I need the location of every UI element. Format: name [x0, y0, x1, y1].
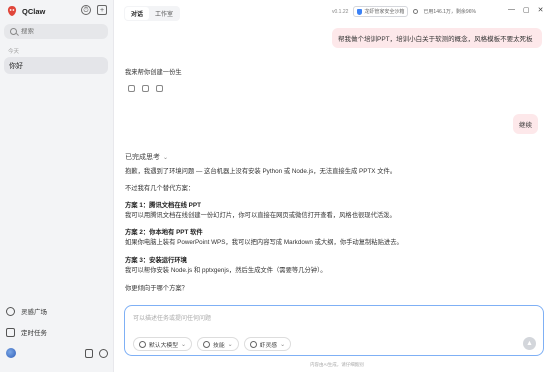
clock-icon — [6, 327, 15, 337]
chip-label: 默认大模型 — [149, 342, 178, 349]
search-box[interactable] — [4, 24, 108, 39]
section-today-label: 今天 — [8, 49, 20, 55]
qclaw-logo-icon — [7, 6, 17, 16]
option-text: 我可以用腾讯文档在线创建一份幻灯片，你可以直接在网页或微信打开查看，风格也很现代… — [125, 212, 396, 219]
mode-tabs: 对话 工作室 — [124, 6, 181, 21]
cube-icon — [139, 340, 146, 348]
ai-paragraph: 抱歉，我遇到了环境问题 — 这台机器上没有安装 Python 或 Node.js… — [125, 168, 397, 175]
feedback-bar — [128, 85, 163, 92]
ai-message: 我来帮你创建一份生 — [125, 69, 182, 76]
tab-studio[interactable]: 工作室 — [149, 7, 179, 20]
composer: 默认大模型 ⌄ 技能 ⌄ 虾灵感 ⌄ ▲ — [124, 305, 544, 356]
quota-label: 已用146.1万，剩余96% — [423, 9, 476, 15]
ai-question: 你更倾向于哪个方案？ — [125, 285, 188, 292]
ai-paragraph: 不过我有几个替代方案： — [125, 185, 195, 192]
bulb-icon — [6, 306, 15, 316]
send-button[interactable]: ▲ — [523, 337, 536, 350]
minimize-button[interactable]: — — [508, 6, 515, 14]
security-badge[interactable]: 龙虾管家安全沙箱 — [353, 6, 409, 17]
sidebar-item-inspiration[interactable]: 灵感广场 — [6, 306, 47, 316]
copy-icon[interactable] — [156, 85, 163, 92]
user-message: 继续 — [513, 114, 538, 134]
thumbs-down-icon[interactable] — [142, 85, 149, 92]
sidebar-bottom — [6, 348, 108, 358]
tab-chat[interactable]: 对话 — [125, 7, 150, 20]
thinking-label: 已完成思考 — [125, 154, 160, 161]
conversation-item[interactable]: 你好 — [4, 57, 108, 74]
brand: QClaw — [6, 5, 45, 17]
sidebar-item-label: 定时任务 — [21, 330, 47, 337]
window-controls: — ▢ ✕ — [508, 6, 544, 14]
chip-label: 技能 — [213, 342, 225, 349]
security-badge-label: 龙虾管家安全沙箱 — [364, 9, 405, 15]
model-select[interactable]: 默认大模型 ⌄ — [133, 337, 193, 351]
search-input[interactable] — [21, 28, 101, 35]
avatar[interactable] — [6, 348, 16, 358]
shield-icon — [357, 8, 363, 15]
option-text: 如果你电脑上装有 PowerPoint WPS，我可以把内容写成 Markdow… — [125, 239, 403, 246]
status-bar: v0.1.22 龙虾管家安全沙箱 已用146.1万，剩余96% — [332, 6, 476, 17]
app-name: QClaw — [22, 6, 46, 16]
sidebar-item-label: 灵感广场 — [21, 309, 47, 316]
skills-select[interactable]: 技能 ⌄ — [197, 337, 239, 351]
thumbs-up-icon[interactable] — [128, 85, 135, 92]
user-message: 帮我做个培训PPT，培训小白关于软测的概念，风格模板不要太死板 — [332, 28, 542, 48]
option-title: 方案 2：你本地有 PPT 软件 — [125, 229, 203, 236]
version-label: v0.1.22 — [332, 8, 349, 15]
chevron-down-icon: ⌄ — [181, 341, 187, 348]
chevron-down-icon: ⌄ — [163, 154, 169, 161]
option-title: 方案 3：安装运行环境 — [125, 257, 187, 264]
option-title: 方案 1：腾讯文档在线 PPT — [125, 202, 201, 209]
chevron-down-icon: ⌄ — [227, 341, 233, 348]
composer-chips: 默认大模型 ⌄ 技能 ⌄ 虾灵感 ⌄ — [133, 337, 292, 351]
gear-icon[interactable] — [99, 348, 108, 358]
thinking-toggle[interactable]: 已完成思考 ⌄ — [125, 152, 168, 162]
new-chat-icon[interactable]: + — [97, 5, 107, 15]
sidebar-top-actions: ⏱ + — [81, 5, 107, 15]
close-button[interactable]: ✕ — [538, 6, 544, 14]
chip-label: 虾灵感 — [259, 342, 278, 349]
skill-icon — [203, 340, 211, 348]
quota-icon — [413, 9, 419, 14]
message-input[interactable] — [133, 313, 513, 325]
sparkle-icon — [249, 340, 257, 348]
search-icon — [10, 28, 17, 35]
sidebar-item-scheduled[interactable]: 定时任务 — [6, 327, 47, 337]
bottom-actions — [85, 348, 108, 358]
inspiration-select[interactable]: 虾灵感 ⌄ — [243, 337, 292, 351]
option-text: 我可以帮你安装 Node.js 和 pptxgenjs，然后生成文件（需要等几分… — [125, 267, 327, 274]
phone-icon[interactable] — [85, 348, 93, 358]
maximize-button[interactable]: ▢ — [523, 6, 530, 14]
sidebar: QClaw ⏱ + 今天 你好 灵感广场 定时任务 — [0, 0, 114, 372]
ai-disclaimer: 内容由AI生成，请仔细甄别 — [310, 362, 364, 367]
history-icon[interactable]: ⏱ — [81, 5, 91, 15]
chevron-down-icon: ⌄ — [280, 341, 286, 348]
